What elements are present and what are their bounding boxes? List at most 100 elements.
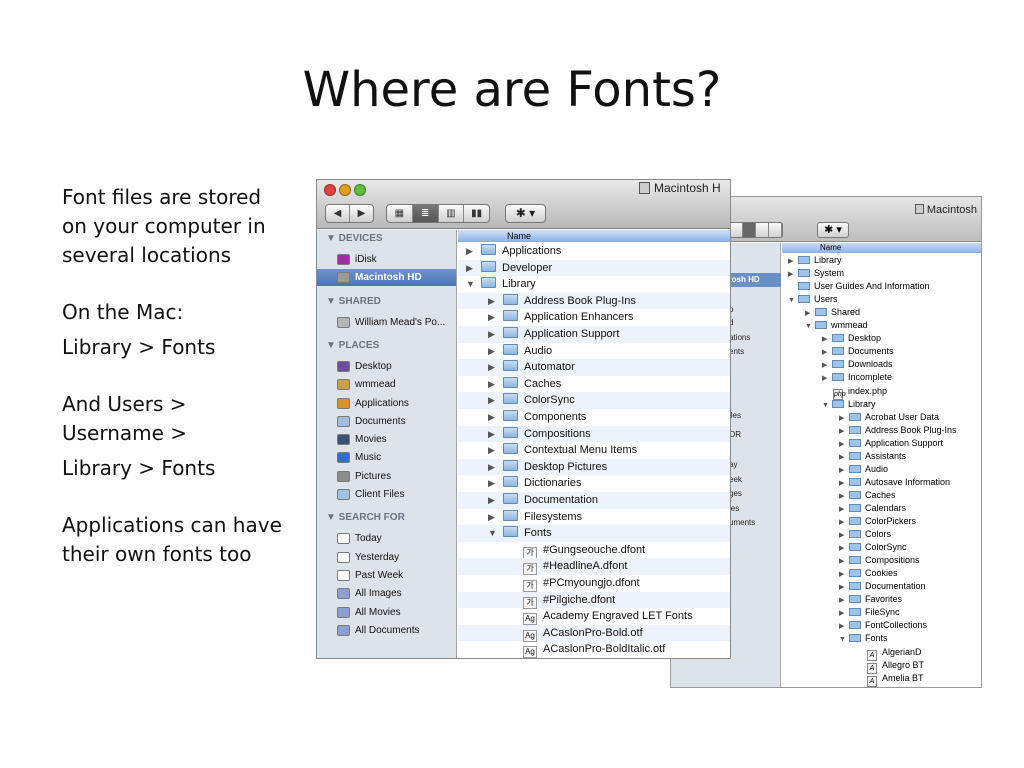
disclosure-closed-icon[interactable]: ▶: [822, 359, 830, 372]
folder-row[interactable]: ▶ Application Support: [839, 437, 943, 450]
sidebar-item[interactable]: Past Week: [317, 567, 456, 584]
file-row[interactable]: A Amelia BT: [856, 672, 924, 687]
folder-row[interactable]: ▶ ColorPickers: [839, 515, 916, 528]
disclosure-closed-icon[interactable]: ▶: [788, 268, 796, 281]
close-button[interactable]: [324, 184, 336, 196]
folder-row[interactable]: ▶ Address Book Plug-Ins: [458, 292, 730, 310]
disclosure-closed-icon[interactable]: ▶: [488, 376, 498, 392]
action-menu-button[interactable]: ✱ ▾: [505, 204, 546, 223]
disclosure-closed-icon[interactable]: ▶: [788, 255, 796, 268]
folder-row[interactable]: ▶ Application Support: [458, 326, 730, 343]
disclosure-closed-icon[interactable]: ▶: [839, 412, 847, 425]
disclosure-open-icon[interactable]: ▼: [839, 633, 847, 646]
disclosure-closed-icon[interactable]: ▶: [839, 568, 847, 581]
folder-row[interactable]: ▶ Downloads: [822, 358, 893, 371]
disclosure-closed-icon[interactable]: ▶: [839, 555, 847, 568]
sidebar-item[interactable]: Macintosh HD: [317, 269, 456, 287]
column-view-button[interactable]: [756, 223, 769, 237]
disclosure-open-icon[interactable]: ▼: [822, 399, 830, 412]
sidebar-item[interactable]: Today: [317, 530, 456, 547]
disclosure-closed-icon[interactable]: ▶: [466, 243, 476, 259]
folder-row[interactable]: ▶ System: [788, 267, 844, 280]
disclosure-closed-icon[interactable]: ▶: [488, 309, 498, 325]
file-row[interactable]: A AlgerianD: [856, 646, 922, 661]
zoom-button[interactable]: [354, 184, 366, 196]
disclosure-closed-icon[interactable]: ▶: [839, 542, 847, 555]
disclosure-closed-icon[interactable]: ▶: [839, 464, 847, 477]
folder-row[interactable]: ▶ Cookies: [839, 567, 898, 580]
sidebar-item[interactable]: All Movies: [317, 604, 456, 621]
sidebar-item[interactable]: uments: [729, 518, 755, 527]
folder-row[interactable]: ▶ Documents: [822, 345, 894, 358]
folder-row[interactable]: ▶ Shared: [805, 306, 860, 319]
file-row[interactable]: User Guides And Information: [788, 280, 930, 293]
folder-row[interactable]: ▼ Library: [822, 398, 876, 411]
folder-row[interactable]: ▶ Documentation: [458, 492, 730, 509]
disclosure-closed-icon[interactable]: ▶: [488, 509, 498, 525]
disclosure-closed-icon[interactable]: ▶: [488, 343, 498, 359]
folder-row[interactable]: ▶ Incomplete: [822, 371, 892, 384]
list-view-button[interactable]: [743, 223, 756, 237]
folder-row[interactable]: ▶ Desktop Pictures: [458, 458, 730, 476]
folder-row[interactable]: ▶ Library: [788, 254, 842, 267]
folder-row[interactable]: ▶ Contextual Menu Items: [458, 442, 730, 459]
sidebar-item[interactable]: All Documents: [317, 622, 456, 639]
coverflow-view-button[interactable]: ▮▮: [464, 205, 489, 222]
disclosure-open-icon[interactable]: ▼: [466, 276, 476, 292]
disclosure-open-icon[interactable]: ▼: [805, 320, 813, 333]
folder-row[interactable]: ▶ Caches: [839, 489, 896, 502]
disclosure-closed-icon[interactable]: ▶: [488, 409, 498, 425]
folder-row[interactable]: ▶ Developer: [458, 259, 730, 277]
folder-row[interactable]: ▶ Assistants: [839, 450, 906, 463]
disclosure-closed-icon[interactable]: ▶: [839, 620, 847, 633]
view-switcher[interactable]: [729, 222, 783, 238]
column-header-name[interactable]: Name: [458, 230, 730, 242]
folder-row[interactable]: ▶ Audio: [839, 463, 888, 476]
font-file-row[interactable]: Ag Academy Engraved LET Fonts: [458, 608, 730, 626]
disclosure-closed-icon[interactable]: ▶: [488, 426, 498, 442]
font-file-row[interactable]: 가 #Pilgiche.dfont: [458, 591, 730, 609]
file-row[interactable]: php index.php: [822, 385, 887, 400]
disclosure-closed-icon[interactable]: ▶: [488, 492, 498, 508]
disclosure-closed-icon[interactable]: ▶: [488, 475, 498, 491]
sidebar-item[interactable]: Desktop: [317, 358, 456, 375]
folder-row[interactable]: ▶ Dictionaries: [458, 475, 730, 492]
font-file-row[interactable]: 가 #HeadlineA.dfont: [458, 558, 730, 576]
sidebar-item[interactable]: ations: [729, 333, 750, 342]
disclosure-closed-icon[interactable]: ▶: [839, 451, 847, 464]
sidebar-item[interactable]: Music: [317, 449, 456, 466]
disclosure-open-icon[interactable]: ▼: [788, 294, 796, 307]
sidebar-item[interactable]: wmmead: [317, 376, 456, 393]
folder-row[interactable]: ▶ ColorSync: [839, 541, 907, 554]
disclosure-closed-icon[interactable]: ▶: [488, 326, 498, 342]
disclosure-closed-icon[interactable]: ▶: [839, 477, 847, 490]
sidebar-item[interactable]: All Images: [317, 585, 456, 602]
disclosure-closed-icon[interactable]: ▶: [488, 392, 498, 408]
disclosure-closed-icon[interactable]: ▶: [839, 594, 847, 607]
sidebar-item[interactable]: Pictures: [317, 468, 456, 485]
disclosure-closed-icon[interactable]: ▶: [805, 307, 813, 320]
folder-row[interactable]: ▼ Fonts: [839, 632, 888, 645]
forward-button[interactable]: ▶: [349, 205, 373, 222]
folder-row[interactable]: ▼ Library: [458, 276, 730, 293]
disclosure-closed-icon[interactable]: ▶: [488, 359, 498, 375]
sidebar-item[interactable]: iDisk: [317, 251, 456, 268]
folder-row[interactable]: ▼ wmmead: [805, 319, 868, 332]
list-view-button[interactable]: ≣: [412, 205, 439, 222]
font-file-row[interactable]: Ag ACaslonPro-BoldItalic.otf: [458, 641, 730, 658]
folder-row[interactable]: ▶ Automator: [458, 359, 730, 376]
action-menu-button[interactable]: ✱ ▾: [817, 222, 849, 238]
disclosure-closed-icon[interactable]: ▶: [839, 581, 847, 594]
folder-row[interactable]: ▶ Desktop: [822, 332, 881, 345]
folder-row[interactable]: ▶ ColorSync: [458, 392, 730, 409]
disclosure-closed-icon[interactable]: ▶: [839, 490, 847, 503]
font-file-row[interactable]: 가 #PCmyoungjo.dfont: [458, 575, 730, 592]
folder-row[interactable]: ▶ Compositions: [839, 554, 920, 567]
disclosure-closed-icon[interactable]: ▶: [822, 372, 830, 385]
minimize-button[interactable]: [339, 184, 351, 196]
disclosure-closed-icon[interactable]: ▶: [488, 459, 498, 475]
sidebar-item[interactable]: William Mead's Po...: [317, 314, 456, 331]
folder-row[interactable]: ▶ Application Enhancers: [458, 309, 730, 326]
sidebar-item[interactable]: ents: [729, 347, 744, 356]
folder-row[interactable]: ▶ Filesystems: [458, 509, 730, 526]
